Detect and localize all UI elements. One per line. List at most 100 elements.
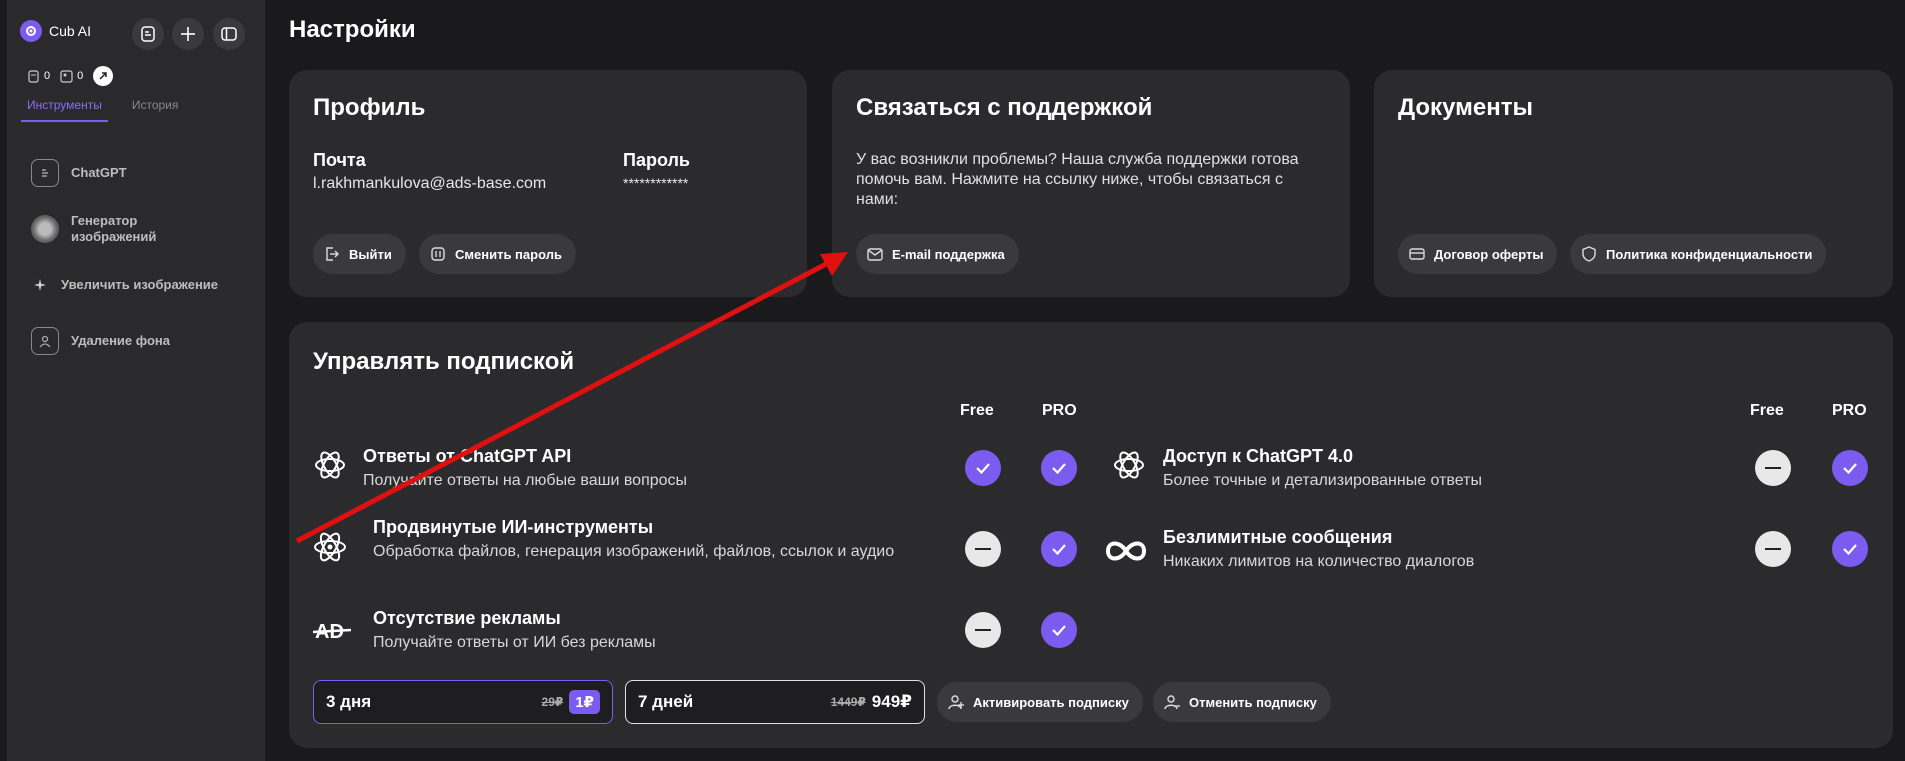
page-title: Настройки xyxy=(289,16,416,43)
check-icon xyxy=(1041,612,1077,648)
feature-title: Продвинутые ИИ-инструменты xyxy=(373,517,654,537)
change-password-label: Сменить пароль xyxy=(455,246,562,262)
activate-subscription-button[interactable]: Активировать подписку xyxy=(937,682,1143,722)
minus-icon xyxy=(965,531,1001,567)
sidebar-item-chatgpt[interactable]: ChatGPT xyxy=(31,145,261,201)
generator-icon xyxy=(31,215,59,243)
profile-card: Профиль Почта l.rakhmankulova@ads-base.c… xyxy=(289,70,807,297)
external-link-button[interactable] xyxy=(93,66,114,86)
chat-doc-icon xyxy=(31,159,59,187)
support-email-button[interactable]: E-mail поддержка xyxy=(856,234,1019,274)
feature-subtitle: Никаких лимитов на количество диалогов xyxy=(1163,553,1475,570)
profile-title: Профиль xyxy=(313,94,426,121)
activate-subscription-label: Активировать подписку xyxy=(973,694,1129,710)
sidebar-item-remove-background[interactable]: Удаление фона xyxy=(31,313,261,369)
sidebar-tabs: Инструменты История xyxy=(21,96,184,122)
minus-icon xyxy=(965,612,1001,648)
feature-title: Безлимитные сообщения xyxy=(1163,527,1393,547)
infinity-icon xyxy=(1103,532,1149,570)
plan-7-days[interactable]: 7 дней 1449₽ 949₽ xyxy=(625,680,925,724)
document-counter: 0 xyxy=(27,69,51,83)
check-icon xyxy=(1041,450,1077,486)
logout-icon xyxy=(326,247,339,261)
feature-subtitle: Обработка файлов, генерация изображений,… xyxy=(373,543,895,560)
minus-icon xyxy=(1755,531,1791,567)
feature-title: Ответы от ChatGPT API xyxy=(363,446,572,466)
document-lines-icon xyxy=(141,26,155,42)
support-card: Связаться с поддержкой У вас возникли пр… xyxy=(832,70,1350,297)
plan-old-price: 29₽ xyxy=(541,695,564,709)
document-count: 0 xyxy=(44,70,51,82)
sidebar-item-label: Увеличить изображение xyxy=(61,277,219,292)
sidebar-nav: ChatGPT Генератор изображений Увеличить … xyxy=(31,145,261,369)
sidebar-item-label: Удаление фона xyxy=(71,333,170,348)
password-value: ************ xyxy=(623,175,689,191)
plan-name: 3 дня xyxy=(326,692,372,711)
swap-key-icon xyxy=(431,247,445,261)
tab-tools[interactable]: Инструменты xyxy=(21,96,108,122)
check-icon xyxy=(1832,531,1868,567)
usage-counters: 0 0 xyxy=(27,66,114,86)
check-icon xyxy=(965,450,1001,486)
chat-list-button[interactable] xyxy=(132,18,164,50)
sidebar-item-label: Генератор изображений xyxy=(71,213,157,244)
plan-old-price: 1449₽ xyxy=(830,695,866,709)
atom-icon xyxy=(311,528,349,566)
user-remove-icon xyxy=(1164,695,1180,710)
sidebar-item-label: ChatGPT xyxy=(71,165,127,180)
support-email-label: E-mail поддержка xyxy=(892,246,1005,262)
offer-agreement-button[interactable]: Договор оферты xyxy=(1398,234,1558,274)
email-value: l.rakhmankulova@ads-base.com xyxy=(313,175,547,192)
sidebar-item-image-generator[interactable]: Генератор изображений xyxy=(31,201,261,257)
plan-price: 1₽ xyxy=(569,690,600,714)
col-free-left: Free xyxy=(960,402,994,419)
cancel-subscription-button[interactable]: Отменить подписку xyxy=(1153,682,1331,722)
new-chat-button[interactable] xyxy=(172,18,204,50)
card-icon xyxy=(1409,248,1425,260)
privacy-policy-button[interactable]: Политика конфиденциальности xyxy=(1570,234,1827,274)
brand[interactable]: Cub AI xyxy=(20,20,91,42)
document-icon xyxy=(28,69,39,83)
feature-subtitle: Более точные и детализированные ответы xyxy=(1163,472,1482,489)
arrow-up-right-icon xyxy=(99,72,107,80)
plan-price: 949₽ xyxy=(871,692,912,711)
tab-history[interactable]: История xyxy=(126,96,185,122)
col-pro-left: PRO xyxy=(1042,402,1077,419)
feature-subtitle: Получайте ответы от ИИ без рекламы xyxy=(373,634,656,651)
documents-title: Документы xyxy=(1398,94,1533,121)
col-pro-right: PRO xyxy=(1832,402,1867,419)
cancel-subscription-label: Отменить подписку xyxy=(1189,694,1317,710)
shield-icon xyxy=(1582,246,1596,262)
openai-icon xyxy=(311,446,349,484)
feature-title: Доступ к ChatGPT 4.0 xyxy=(1163,446,1353,466)
minus-icon xyxy=(1755,450,1791,486)
documents-card: Документы Договор оферты Политика конфид… xyxy=(1374,70,1893,297)
openai-icon xyxy=(1110,446,1148,484)
check-icon xyxy=(1041,531,1077,567)
plan-name: 7 дней xyxy=(638,692,694,711)
cub-ai-logo-icon xyxy=(20,20,42,42)
toggle-sidebar-button[interactable] xyxy=(213,18,245,50)
app-name: Cub AI xyxy=(49,23,92,39)
sidebar-panel-icon xyxy=(221,27,237,41)
image-count: 0 xyxy=(77,70,84,82)
sidebar-item-upscale[interactable]: Увеличить изображение xyxy=(31,257,261,313)
check-icon xyxy=(1832,450,1868,486)
subscription-card: Управлять подпиской Free PRO Free PRO От… xyxy=(289,322,1893,748)
user-add-icon xyxy=(948,695,964,710)
col-free-right: Free xyxy=(1750,402,1784,419)
email-label: Почта xyxy=(313,150,366,170)
sparkle-icon xyxy=(31,276,49,294)
offer-agreement-label: Договор оферты xyxy=(1434,246,1544,262)
background-remove-icon xyxy=(31,327,59,355)
logout-button[interactable]: Выйти xyxy=(313,234,406,274)
change-password-button[interactable]: Сменить пароль xyxy=(419,234,576,274)
image-counter: 0 xyxy=(60,69,84,83)
plan-3-days[interactable]: 3 дня 29₽ 1₽ xyxy=(313,680,613,724)
privacy-policy-label: Политика конфиденциальности xyxy=(1606,246,1813,262)
plus-icon xyxy=(181,27,195,41)
feature-subtitle: Получайте ответы на любые ваши вопросы xyxy=(363,472,688,489)
feature-title: Отсутствие рекламы xyxy=(373,608,561,628)
sidebar: Cub AI 0 0 Инструменты История ChatGPT Г… xyxy=(7,0,265,761)
logout-label: Выйти xyxy=(349,246,392,262)
